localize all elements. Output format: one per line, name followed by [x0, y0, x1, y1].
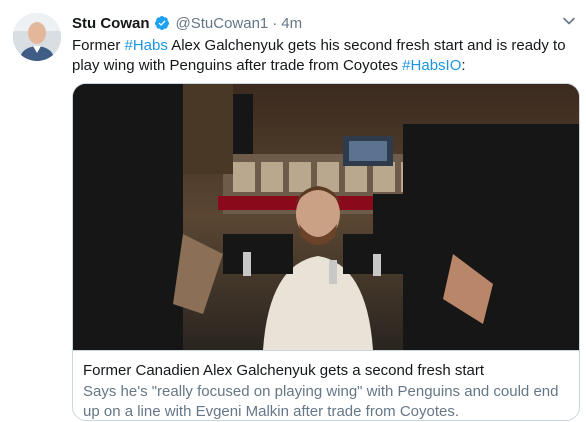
verified-badge-icon [154, 15, 170, 31]
card-image[interactable] [73, 84, 579, 350]
link-card[interactable]: Former Canadien Alex Galchenyuk gets a s… [72, 83, 580, 421]
tweet[interactable]: Stu Cowan @StuCowan1 · 4m Former #Habs A… [0, 0, 586, 422]
separator-dot: · [272, 14, 278, 32]
chevron-down-icon[interactable] [562, 14, 576, 28]
text-segment: Former [72, 37, 125, 54]
author-name[interactable]: Stu Cowan [72, 15, 150, 32]
timestamp[interactable]: 4m [281, 15, 302, 32]
text-segment: : [461, 57, 466, 74]
card-description: Says he's "really focused on playing win… [83, 383, 559, 420]
author-handle[interactable]: @StuCowan1 [176, 15, 269, 32]
tweet-header: Stu Cowan @StuCowan1 · 4m [72, 12, 302, 34]
tweet-text: Former #Habs Alex Galchenyuk gets his se… [72, 36, 580, 76]
avatar-image [13, 13, 61, 61]
card-title[interactable]: Former Canadien Alex Galchenyuk gets a s… [83, 361, 569, 381]
card-info[interactable]: Former Canadien Alex Galchenyuk gets a s… [73, 350, 579, 420]
hashtag-link-habs[interactable]: #Habs [125, 37, 168, 54]
avatar[interactable] [13, 13, 61, 61]
hashtag-link-habsio[interactable]: #HabsIO [402, 57, 461, 74]
